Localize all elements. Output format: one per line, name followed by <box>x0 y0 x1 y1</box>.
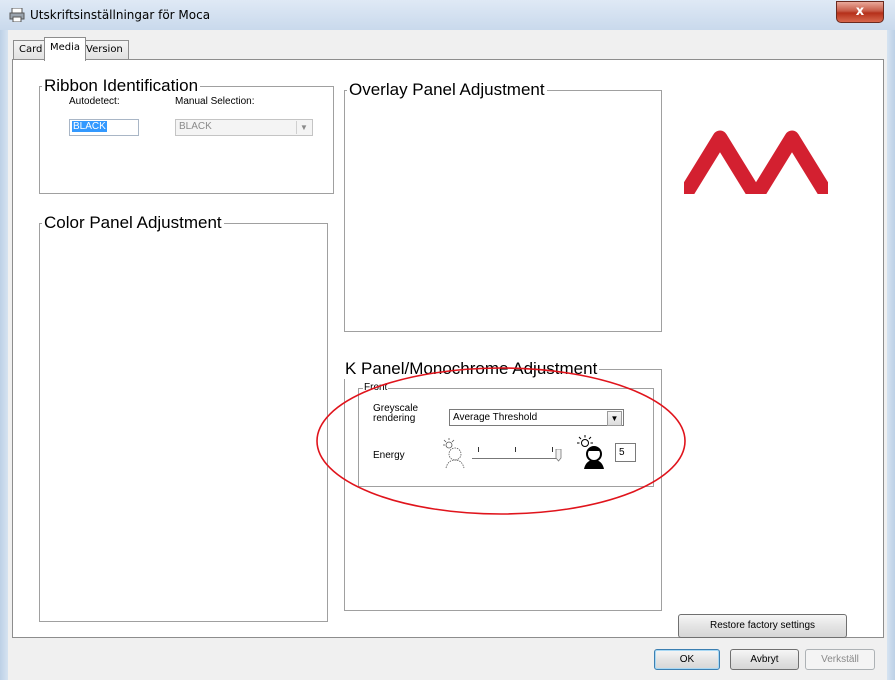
autodetect-field[interactable]: BLACK <box>69 119 139 136</box>
dialog-client-area: Card Media Version Ribbon Identification… <box>8 30 887 680</box>
printer-icon <box>9 8 25 22</box>
window-title: Utskriftsinställningar för Moca <box>30 8 211 22</box>
color-panel-group: Color Panel Adjustment <box>39 213 328 622</box>
ok-button[interactable]: OK <box>654 649 720 670</box>
manual-selection-label: Manual Selection: <box>175 96 255 107</box>
restore-factory-settings-button[interactable]: Restore factory settings <box>678 614 847 638</box>
apply-button[interactable]: Verkställ <box>805 649 875 670</box>
close-button[interactable]: x <box>836 1 884 23</box>
ribbon-identification-group: Ribbon Identification Autodetect: Manual… <box>39 76 334 194</box>
tab-version[interactable]: Version <box>80 40 129 59</box>
overlay-panel-group: Overlay Panel Adjustment <box>344 80 662 332</box>
color-panel-title: Color Panel Adjustment <box>42 213 224 233</box>
autodetect-label: Autodetect: <box>69 96 120 107</box>
cancel-button[interactable]: Avbryt <box>730 649 799 670</box>
chevron-down-icon: ▼ <box>296 121 311 134</box>
highlight-annotation-ellipse <box>316 367 686 515</box>
media-tab-page: Ribbon Identification Autodetect: Manual… <box>12 59 884 638</box>
ribbon-identification-title: Ribbon Identification <box>42 76 201 96</box>
manual-selection-select[interactable]: BLACK ▼ <box>175 119 313 136</box>
autodetect-value: BLACK <box>72 121 107 132</box>
title-bar: Utskriftsinställningar för Moca x <box>0 0 895 31</box>
window-frame-left <box>0 30 8 680</box>
tab-media[interactable]: Media <box>44 37 87 61</box>
window-frame-right <box>887 30 895 680</box>
manual-selection-value: BLACK <box>179 121 212 132</box>
overlay-panel-title: Overlay Panel Adjustment <box>347 80 547 100</box>
moca-logo <box>684 130 828 194</box>
